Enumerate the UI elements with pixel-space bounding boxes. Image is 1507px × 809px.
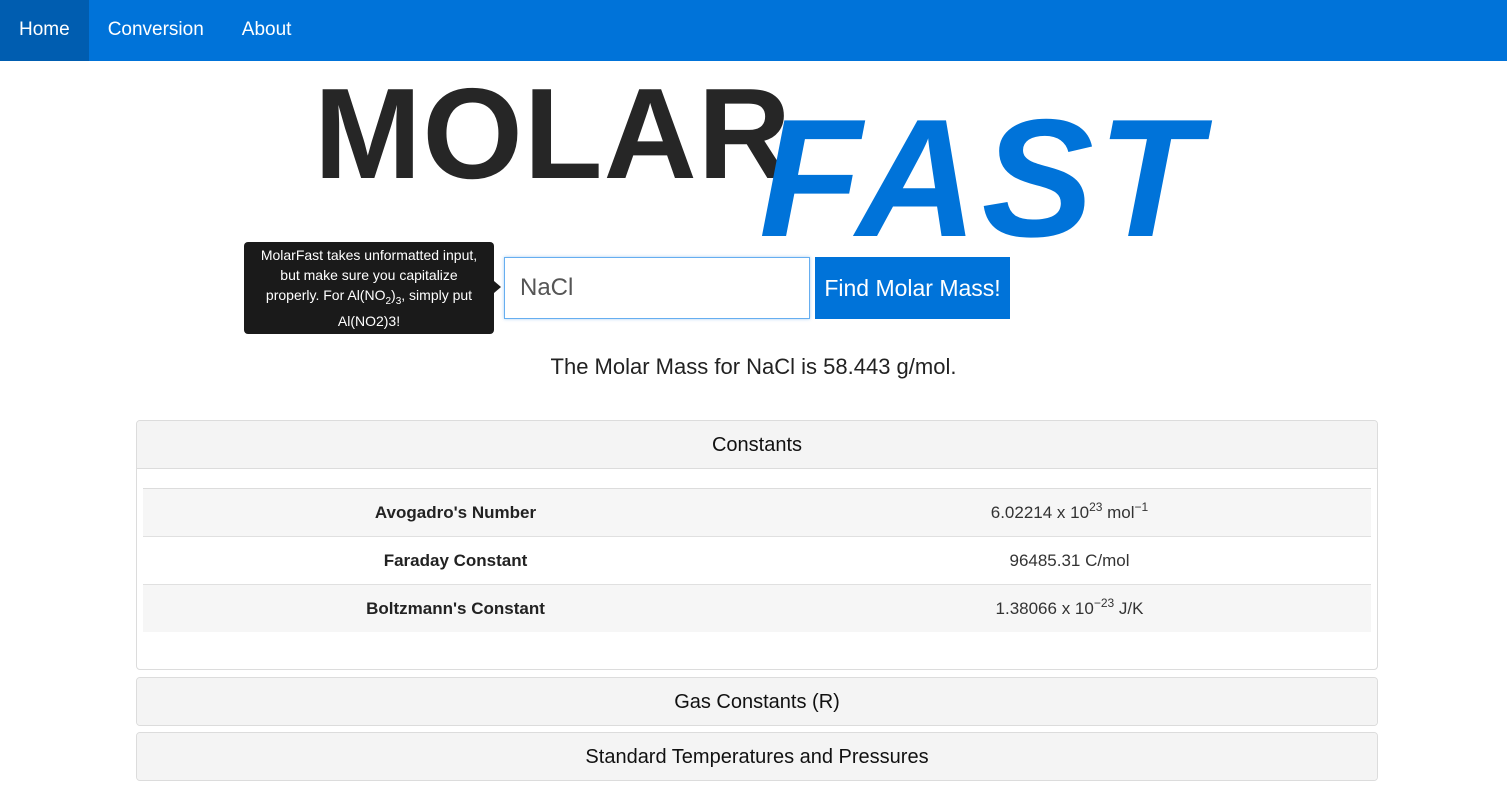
constant-name: Boltzmann's Constant [143, 584, 768, 632]
constant-value: 1.38066 x 10−23 J/K [768, 584, 1371, 632]
table-row: Faraday Constant 96485.31 C/mol [143, 536, 1371, 585]
gas-constants-panel-heading[interactable]: Gas Constants (R) [137, 678, 1377, 725]
constant-name: Avogadro's Number [143, 488, 768, 537]
gas-constants-panel: Gas Constants (R) [136, 677, 1378, 726]
constant-value: 96485.31 C/mol [768, 536, 1371, 585]
stp-panel: Standard Temperatures and Pressures [136, 732, 1378, 781]
formula-input[interactable] [504, 257, 810, 319]
nav-conversion[interactable]: Conversion [89, 0, 223, 61]
constant-name: Faraday Constant [143, 536, 768, 585]
molar-mass-result: The Molar Mass for NaCl is 58.443 g/mol. [550, 354, 957, 379]
constants-panel-heading[interactable]: Constants [137, 421, 1377, 469]
input-tooltip: MolarFast takes unformatted input, but m… [244, 242, 494, 334]
table-row: Boltzmann's Constant 1.38066 x 10−23 J/K [143, 584, 1371, 632]
top-navbar: Home Conversion About [0, 0, 1507, 61]
tooltip-arrow [494, 281, 501, 293]
find-molar-mass-button[interactable]: Find Molar Mass! [815, 257, 1010, 319]
table-row: Avogadro's Number 6.02214 x 1023 mol−1 [143, 488, 1371, 537]
logo-molar: MOLAR [314, 62, 792, 206]
tooltip-text: MolarFast takes unformatted input, but m… [260, 246, 478, 330]
constants-table: Avogadro's Number 6.02214 x 1023 mol−1 F… [143, 488, 1371, 632]
nav-home[interactable]: Home [0, 0, 89, 61]
logo-fast: FAST [759, 84, 1205, 272]
constant-value: 6.02214 x 1023 mol−1 [768, 488, 1371, 537]
stp-panel-heading[interactable]: Standard Temperatures and Pressures [137, 733, 1377, 780]
constants-panel: Constants Avogadro's Number 6.02214 x 10… [136, 420, 1378, 670]
nav-about[interactable]: About [223, 0, 311, 61]
